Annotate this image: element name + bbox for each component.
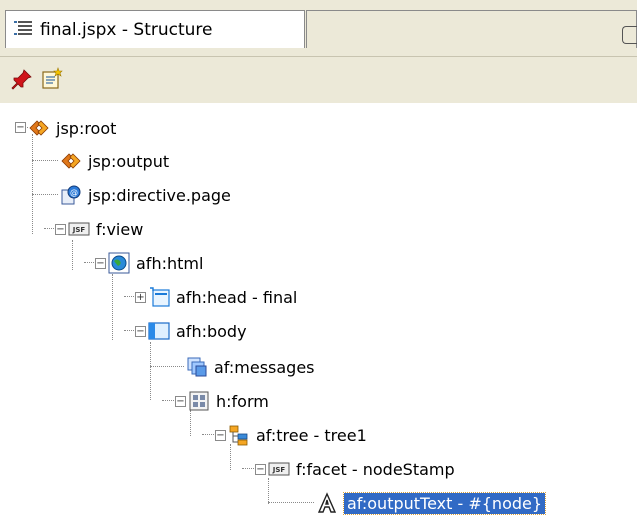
head-icon xyxy=(150,287,170,307)
body-icon xyxy=(148,322,170,340)
xml-tag-icon xyxy=(29,120,49,136)
tree-node-af-tree[interactable]: af:tree - tree1 xyxy=(228,421,367,449)
form-icon xyxy=(189,391,209,411)
tree-node-h-form[interactable]: h:form xyxy=(188,387,269,415)
collapse-toggle-h-form[interactable]: − xyxy=(175,396,186,407)
tree-node-jsp-root[interactable]: jsp:root xyxy=(28,114,116,142)
tab-bar: final.jspx - Structure xyxy=(0,0,637,56)
tree-component-icon xyxy=(229,425,248,446)
tree-connector xyxy=(32,134,33,234)
structure-icon xyxy=(14,21,32,35)
tree-connector xyxy=(32,160,58,161)
tree-node-f-view[interactable]: JSF f:view xyxy=(68,215,143,243)
output-text-icon xyxy=(317,492,337,513)
tree-connector xyxy=(32,194,58,195)
tree-node-af-outputtext[interactable]: af:outputText - #{node} xyxy=(316,489,547,517)
tree-node-afh-body[interactable]: afh:body xyxy=(148,317,247,345)
tree-node-jsp-directive-page[interactable]: @ jsp:directive.page xyxy=(60,181,231,209)
selected-node-label: af:outputText - #{node} xyxy=(342,491,547,515)
tree-connector xyxy=(268,502,314,503)
xml-tag-icon xyxy=(61,153,81,169)
collapse-toggle-afh-body[interactable]: − xyxy=(135,326,146,337)
tree-connector xyxy=(150,342,151,400)
tab-strip-empty xyxy=(306,10,637,48)
jsf-icon: JSF xyxy=(268,462,290,476)
tab-title: final.jspx - Structure xyxy=(40,20,213,40)
svg-text:@: @ xyxy=(70,188,78,197)
collapse-toggle-f-view[interactable]: − xyxy=(55,224,66,235)
tab-structure[interactable]: final.jspx - Structure xyxy=(5,10,305,48)
structure-tree: − − − + − − − − jsp:root jsp:output @ js… xyxy=(0,104,637,529)
tree-node-af-messages[interactable]: af:messages xyxy=(186,353,315,381)
messages-icon xyxy=(187,357,207,377)
tree-node-f-facet[interactable]: JSF f:facet - nodeStamp xyxy=(268,455,455,483)
tree-connector xyxy=(162,400,176,401)
tree-connector xyxy=(72,240,73,270)
expand-toggle-afh-head[interactable]: + xyxy=(135,292,146,303)
svg-text:JSF: JSF xyxy=(272,466,286,474)
pin-icon[interactable] xyxy=(10,67,34,91)
collapse-toggle-afh-html[interactable]: − xyxy=(95,258,106,269)
tree-node-afh-head[interactable]: afh:head - final xyxy=(148,283,297,311)
svg-text:JSF: JSF xyxy=(72,226,86,234)
new-view-icon[interactable] xyxy=(40,67,64,91)
tree-connector xyxy=(202,434,216,435)
tree-connector xyxy=(112,274,113,340)
jsf-icon: JSF xyxy=(68,222,90,236)
tab-menu-icon[interactable] xyxy=(622,26,637,44)
collapse-toggle-af-tree[interactable]: − xyxy=(215,430,226,441)
tree-node-afh-html[interactable]: afh:html xyxy=(108,249,203,277)
collapse-toggle-f-facet[interactable]: − xyxy=(255,464,266,475)
toolbar xyxy=(0,56,637,103)
tree-connector xyxy=(150,366,184,367)
globe-icon xyxy=(108,252,130,274)
page-directive-icon: @ xyxy=(61,185,81,205)
tree-connector xyxy=(242,468,256,469)
collapse-toggle-jsp-root[interactable]: − xyxy=(15,122,26,133)
tree-node-jsp-output[interactable]: jsp:output xyxy=(60,147,169,175)
